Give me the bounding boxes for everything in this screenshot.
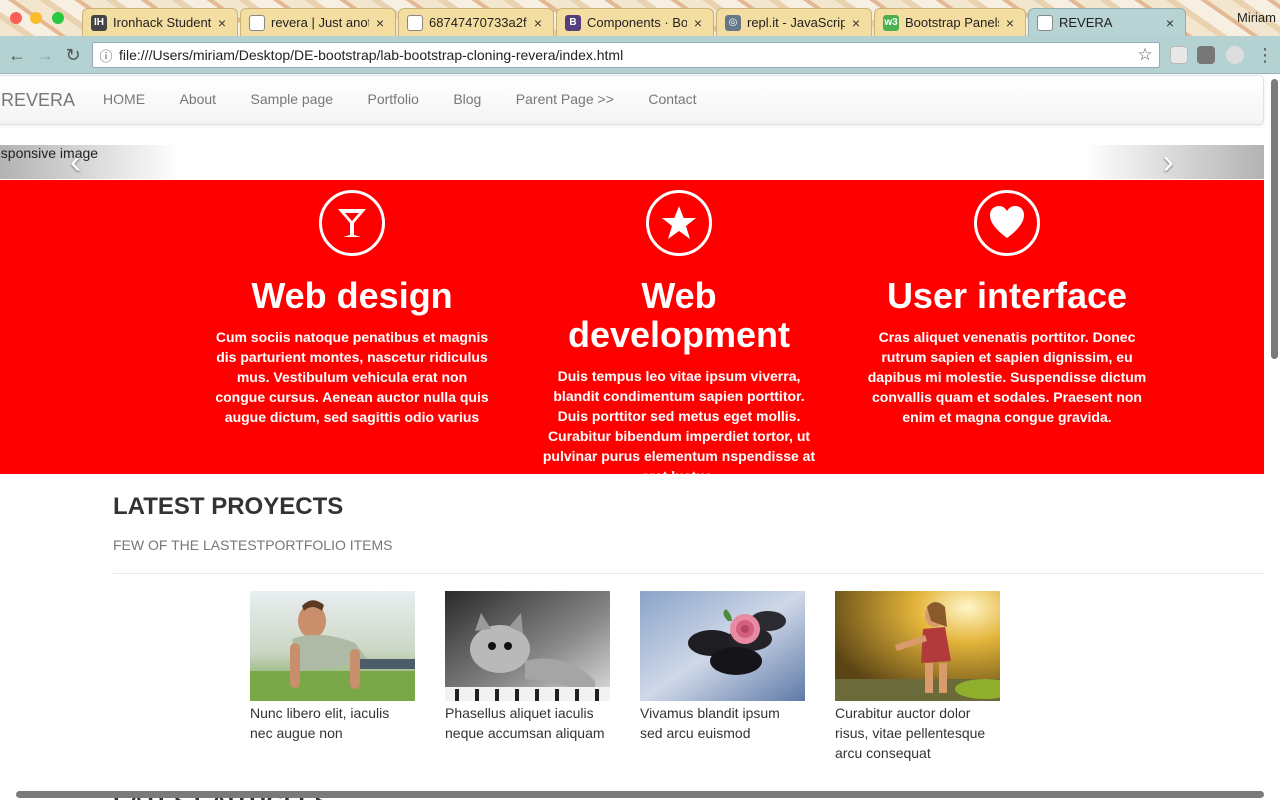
section-subtitle: FEW OF THE LASTESTPORTFOLIO ITEMS [113, 537, 393, 553]
tab-title: repl.it - JavaScrip [747, 15, 845, 30]
menu-item-about[interactable]: About [179, 91, 216, 107]
heart-icon [974, 190, 1040, 256]
close-icon[interactable]: × [373, 15, 387, 31]
portfolio-caption[interactable]: Phasellus aliquet iaculis neque accumsan… [445, 703, 610, 743]
portfolio-item[interactable]: Curabitur auctor dolor risus, vitae pell… [835, 591, 1000, 763]
tab-title: Bootstrap Panels [905, 15, 999, 30]
menu-item-contact[interactable]: Contact [648, 91, 696, 107]
bootstrap-icon: B [565, 14, 581, 31]
page-viewport: REVERA HOME About Sample page Portfolio … [0, 75, 1280, 800]
man-pushup-photo[interactable] [250, 591, 415, 701]
browser-tab-active[interactable]: REVERA × [1028, 8, 1186, 36]
latest-projects-header: LATEST PROYECTS FEW OF THE LASTESTPORTFO… [113, 493, 1264, 574]
cocktail-icon [319, 190, 385, 256]
forward-arrow-icon[interactable]: → [34, 44, 56, 66]
portfolio-item[interactable]: Phasellus aliquet iaculis neque accumsan… [445, 591, 610, 743]
page-icon [1037, 14, 1053, 31]
tab-title: Ironhack Student | [113, 15, 211, 30]
browser-toolbar: ← → ↻ ⓘ ☆ ⋮ [0, 36, 1280, 74]
portfolio-caption[interactable]: Nunc libero elit, iaculis nec augue non [250, 703, 415, 743]
woman-sunlight-photo[interactable] [835, 591, 1000, 701]
pocket-icon[interactable] [1197, 46, 1215, 64]
broken-image-alt-text: esponsive image [0, 145, 99, 161]
close-icon[interactable]: × [1163, 15, 1177, 31]
bookmark-star-icon[interactable]: ☆ [1131, 45, 1159, 65]
address-bar[interactable]: ⓘ ☆ [92, 42, 1160, 68]
page-icon [407, 14, 423, 31]
tab-title: Components · Boo [587, 15, 687, 30]
close-window-button[interactable] [10, 12, 22, 24]
menu-item-parent-page[interactable]: Parent Page >> [516, 91, 614, 107]
menu-dots-icon[interactable]: ⋮ [1254, 44, 1276, 66]
close-icon[interactable]: × [215, 15, 229, 31]
menu-item-sample-page[interactable]: Sample page [251, 91, 334, 107]
browser-tab-bar: IH Ironhack Student | × revera | Just an… [0, 0, 1280, 36]
feature-text: Cras aliquet venenatis porttitor. Donec … [867, 329, 1147, 425]
menu-item-home[interactable]: HOME [103, 91, 145, 107]
close-icon[interactable]: × [849, 15, 863, 31]
browser-tab[interactable]: w3 Bootstrap Panels × [874, 8, 1026, 36]
tab-title: 68747470733a2f [429, 15, 527, 30]
carousel-next-control[interactable]: › [1084, 142, 1264, 181]
replit-icon: ◎ [725, 14, 741, 31]
extension-icon[interactable] [1226, 46, 1244, 64]
portfolio-item[interactable]: Vivamus blandit ipsum sed arcu euismod [640, 591, 805, 743]
features-hero: Web design Cum sociis natoque penatibus … [0, 180, 1264, 484]
feature-web-development: Web development Duis tempus leo vitae ip… [534, 190, 824, 486]
portfolio-caption[interactable]: Vivamus blandit ipsum sed arcu euismod [640, 703, 805, 743]
portfolio-caption[interactable]: Curabitur auctor dolor risus, vitae pell… [835, 703, 1000, 763]
page-icon [249, 14, 265, 31]
ironhack-icon: IH [91, 14, 107, 31]
url-input[interactable] [119, 47, 1131, 63]
feature-web-design: Web design Cum sociis natoque penatibus … [207, 190, 497, 427]
browser-tab[interactable]: B Components · Boo × [556, 8, 714, 36]
zoom-window-button[interactable] [52, 12, 64, 24]
image-carousel: ‹ › esponsive image [0, 142, 1264, 181]
feature-title: Web design [251, 275, 453, 316]
browser-tab[interactable]: IH Ironhack Student | × [82, 8, 238, 36]
tab-title: revera | Just anoth [271, 15, 369, 30]
site-brand[interactable]: REVERA [1, 90, 75, 111]
portfolio-item[interactable]: Nunc libero elit, iaculis nec augue non [250, 591, 415, 743]
main-menu: HOME About Sample page Portfolio Blog Pa… [103, 91, 727, 109]
info-icon[interactable]: ⓘ [93, 46, 119, 65]
chevron-right-icon: › [1162, 142, 1174, 181]
reload-icon[interactable]: ↻ [62, 44, 84, 66]
section-title: LATEST PROYECTS [113, 493, 344, 520]
w3schools-icon: w3 [883, 14, 899, 31]
browser-tab[interactable]: 68747470733a2f × [398, 8, 554, 36]
minimize-window-button[interactable] [30, 12, 42, 24]
menu-item-blog[interactable]: Blog [453, 91, 481, 107]
kitten-photo[interactable] [445, 591, 610, 701]
site-navbar: REVERA HOME About Sample page Portfolio … [0, 75, 1264, 125]
section-divider [113, 573, 1264, 574]
feature-user-interface: User interface Cras aliquet venenatis po… [862, 190, 1152, 427]
star-icon [646, 190, 712, 256]
menu-item-portfolio[interactable]: Portfolio [368, 91, 419, 107]
browser-tab[interactable]: ◎ repl.it - JavaScrip × [716, 8, 872, 36]
tab-title: REVERA [1059, 15, 1113, 30]
extension-icon[interactable] [1170, 46, 1188, 64]
vertical-scrollbar[interactable] [1271, 79, 1278, 359]
close-icon[interactable]: × [531, 15, 545, 31]
rose-stones-photo[interactable] [640, 591, 805, 701]
feature-text: Duis tempus leo vitae ipsum viverra, bla… [542, 368, 816, 484]
back-arrow-icon[interactable]: ← [6, 44, 28, 66]
profile-name[interactable]: Miriam [1237, 10, 1276, 25]
horizontal-scrollbar[interactable] [16, 791, 1264, 798]
feature-text: Cum sociis natoque penatibus et magnis d… [215, 329, 489, 425]
close-icon[interactable]: × [1003, 15, 1017, 31]
feature-title: User interface [886, 275, 1128, 316]
close-icon[interactable]: × [691, 15, 705, 31]
browser-tab[interactable]: revera | Just anoth × [240, 8, 396, 36]
feature-title: Web development [567, 275, 791, 355]
